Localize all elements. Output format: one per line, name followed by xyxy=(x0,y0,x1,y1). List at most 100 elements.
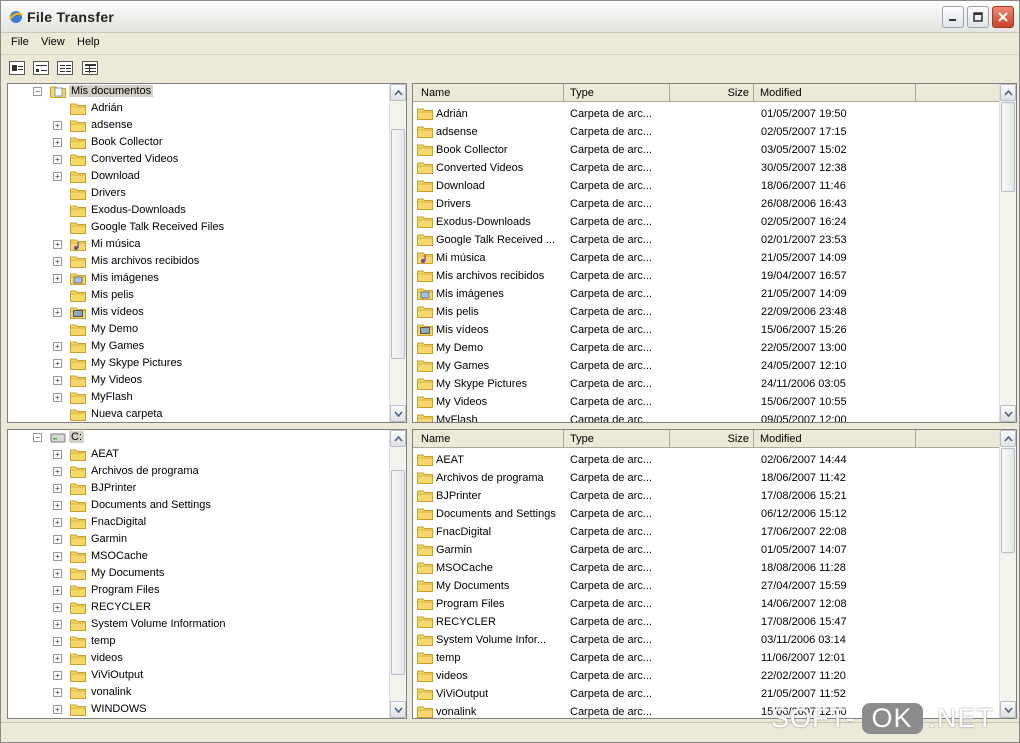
list-item[interactable]: BJPrinter Carpeta de arc... 17/08/2006 15:… xyxy=(413,487,1001,505)
local-list-scrollbar[interactable] xyxy=(999,84,1016,422)
column-size[interactable]: Size xyxy=(670,84,754,102)
expand-icon[interactable]: + xyxy=(53,450,62,459)
tree-item[interactable]: Exodus-Downloads xyxy=(8,203,388,220)
menu-view[interactable]: View xyxy=(41,36,65,48)
scroll-down-button[interactable] xyxy=(390,405,406,422)
remote-list-scrollbar[interactable] xyxy=(999,430,1016,718)
maximize-button[interactable] xyxy=(967,6,989,28)
column-type[interactable]: Type xyxy=(564,430,670,448)
tree-item[interactable]: + RECYCLER xyxy=(8,600,388,617)
list-item[interactable]: Program Files Carpeta de arc... 14/06/2007… xyxy=(413,595,1001,613)
list-item[interactable]: My Games Carpeta de arc... 24/05/2007 12:1… xyxy=(413,357,1001,375)
expand-icon[interactable]: + xyxy=(53,552,62,561)
column-name[interactable]: Name xyxy=(413,84,564,102)
list-item[interactable]: Mis pelis Carpeta de arc... 22/09/2006 23:… xyxy=(413,303,1001,321)
expand-icon[interactable]: + xyxy=(53,637,62,646)
tree-item[interactable]: + Converted Videos xyxy=(8,152,388,169)
tree-item[interactable]: + My Videos xyxy=(8,373,388,390)
tree-item[interactable]: + Mis imágenes xyxy=(8,271,388,288)
scroll-up-button[interactable] xyxy=(390,84,406,101)
expand-icon[interactable]: + xyxy=(53,308,62,317)
expand-icon[interactable]: + xyxy=(53,257,62,266)
list-item[interactable]: Archivos de programa Carpeta de arc... 18/… xyxy=(413,469,1001,487)
list-item[interactable]: MSOCache Carpeta de arc... 18/08/2006 11:2… xyxy=(413,559,1001,577)
expand-icon[interactable]: + xyxy=(53,359,62,368)
menu-help[interactable]: Help xyxy=(77,36,100,48)
tree-item[interactable]: My Demo xyxy=(8,322,388,339)
tree-item[interactable]: + ViViOutput xyxy=(8,668,388,685)
list-item[interactable]: FnacDigital Carpeta de arc... 17/06/2007 2… xyxy=(413,523,1001,541)
list-item[interactable]: Mi música Carpeta de arc... 21/05/2007 14:… xyxy=(413,249,1001,267)
expand-icon[interactable]: + xyxy=(53,586,62,595)
scroll-up-button[interactable] xyxy=(390,430,406,447)
remote-folder-tree[interactable]: − C: + AEAT + Archivos de programa + BJPrinter +… xyxy=(7,429,407,719)
column-name[interactable]: Name xyxy=(413,430,564,448)
tree-item[interactable]: Drivers xyxy=(8,186,388,203)
list-item[interactable]: Documents and Settings Carpeta de arc... 0… xyxy=(413,505,1001,523)
tree-root[interactable]: − C: xyxy=(8,430,388,447)
list-item[interactable]: MyFlash Carpeta de arc... 09/05/2007 12:00 xyxy=(413,411,1001,422)
list-item[interactable]: Google Talk Received ... Carpeta de arc..… xyxy=(413,231,1001,249)
list-item[interactable]: Drivers Carpeta de arc... 26/08/2006 16:43 xyxy=(413,195,1001,213)
close-button[interactable] xyxy=(992,6,1014,28)
list-item[interactable]: RECYCLER Carpeta de arc... 17/08/2006 15:4… xyxy=(413,613,1001,631)
expand-icon[interactable]: + xyxy=(53,240,62,249)
tree-item[interactable]: Google Talk Received Files xyxy=(8,220,388,237)
expand-icon[interactable]: + xyxy=(53,705,62,714)
tree-item[interactable]: + Download xyxy=(8,169,388,186)
tree-item[interactable]: + Mi música xyxy=(8,237,388,254)
tree-item[interactable]: + My Skype Pictures xyxy=(8,356,388,373)
expand-icon[interactable]: + xyxy=(53,535,62,544)
tree-item[interactable]: + Program Files xyxy=(8,583,388,600)
list-view-icon[interactable] xyxy=(57,61,73,75)
local-file-list[interactable]: Name Type Size Modified Adrián Carpeta de… xyxy=(412,83,1017,423)
tree-item[interactable]: + videos xyxy=(8,651,388,668)
collapse-icon[interactable]: − xyxy=(33,433,42,442)
expand-icon[interactable]: + xyxy=(53,138,62,147)
scroll-up-button[interactable] xyxy=(1000,84,1016,101)
list-item[interactable]: Mis vídeos Carpeta de arc... 15/06/2007 15… xyxy=(413,321,1001,339)
scroll-down-button[interactable] xyxy=(1000,701,1016,718)
tree-item[interactable]: + MSOCache xyxy=(8,549,388,566)
list-item[interactable]: AEAT Carpeta de arc... 02/06/2007 14:44 xyxy=(413,451,1001,469)
expand-icon[interactable]: + xyxy=(53,155,62,164)
local-tree-scrollbar[interactable] xyxy=(389,84,406,422)
scroll-down-button[interactable] xyxy=(1000,405,1016,422)
remote-tree-scrollbar[interactable] xyxy=(389,430,406,718)
minimize-button[interactable] xyxy=(942,6,964,28)
tree-item[interactable]: + System Volume Information xyxy=(8,617,388,634)
tree-item[interactable]: + Book Collector xyxy=(8,135,388,152)
expand-icon[interactable]: + xyxy=(53,518,62,527)
expand-icon[interactable]: + xyxy=(53,172,62,181)
list-item[interactable]: temp Carpeta de arc... 11/06/2007 12:01 xyxy=(413,649,1001,667)
column-size[interactable]: Size xyxy=(670,430,754,448)
expand-icon[interactable]: + xyxy=(53,671,62,680)
tree-item[interactable]: + temp xyxy=(8,634,388,651)
scroll-thumb[interactable] xyxy=(1001,102,1015,192)
tree-root[interactable]: − Mis documentos xyxy=(8,84,388,101)
tree-item[interactable]: + Mis vídeos xyxy=(8,305,388,322)
tree-item[interactable]: + FnacDigital xyxy=(8,515,388,532)
tree-item[interactable]: Nueva carpeta xyxy=(8,407,388,422)
scroll-thumb[interactable] xyxy=(1001,448,1015,553)
expand-icon[interactable]: + xyxy=(53,274,62,283)
scroll-thumb[interactable] xyxy=(391,129,405,359)
tree-item[interactable]: + AEAT xyxy=(8,447,388,464)
tree-item[interactable]: + Garmin xyxy=(8,532,388,549)
collapse-icon[interactable]: − xyxy=(33,87,42,96)
expand-icon[interactable]: + xyxy=(53,467,62,476)
list-item[interactable]: adsense Carpeta de arc... 02/05/2007 17:15 xyxy=(413,123,1001,141)
tree-item[interactable]: + vonalink xyxy=(8,685,388,702)
list-item[interactable]: Download Carpeta de arc... 18/06/2007 11:4… xyxy=(413,177,1001,195)
expand-icon[interactable]: + xyxy=(53,121,62,130)
expand-icon[interactable]: + xyxy=(53,569,62,578)
expand-icon[interactable]: + xyxy=(53,393,62,402)
tree-item[interactable]: + My Games xyxy=(8,339,388,356)
large-icons-view-icon[interactable] xyxy=(9,61,25,75)
scroll-up-button[interactable] xyxy=(1000,430,1016,447)
list-item[interactable]: My Documents Carpeta de arc... 27/04/2007 … xyxy=(413,577,1001,595)
column-modified[interactable]: Modified xyxy=(754,430,916,448)
title-bar[interactable]: File Transfer xyxy=(1,1,1019,33)
tree-item[interactable]: + Documents and Settings xyxy=(8,498,388,515)
tree-item[interactable]: + My Documents xyxy=(8,566,388,583)
